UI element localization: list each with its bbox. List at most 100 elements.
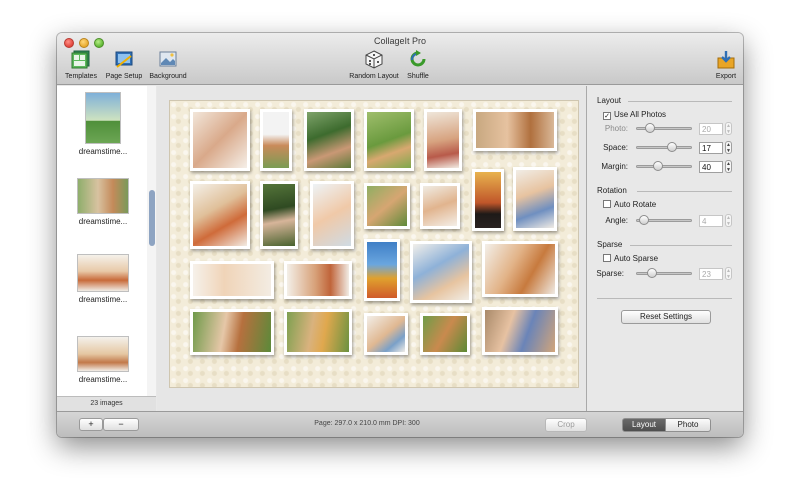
collage-photo[interactable] <box>420 183 460 229</box>
shuffle-button[interactable]: Shuffle <box>402 50 434 80</box>
collage-photo[interactable] <box>190 261 274 299</box>
auto-rotate-checkbox[interactable]: Auto Rotate <box>603 200 656 209</box>
collage-photo[interactable] <box>364 109 414 171</box>
use-all-photos-label: Use All Photos <box>614 110 667 119</box>
sparse-slider-knob[interactable] <box>647 268 657 278</box>
list-item[interactable]: dreamstime... <box>57 178 149 226</box>
sparse-slider[interactable] <box>636 268 692 278</box>
window-title: CollageIt Pro <box>373 36 427 46</box>
space-label: Space: <box>603 143 628 152</box>
crop-button[interactable]: Crop <box>545 418 587 432</box>
collage-photo[interactable] <box>472 169 504 231</box>
random-layout-button[interactable]: Random Layout <box>346 50 402 80</box>
bottom-bar: + − Page: 297.0 x 210.0 mm DPI: 300 Crop… <box>57 411 743 437</box>
image-count: 23 images <box>57 396 156 411</box>
collage-canvas-area <box>157 86 587 411</box>
angle-slider[interactable] <box>636 215 692 225</box>
photo-value-field[interactable]: 20 <box>699 123 723 135</box>
section-divider <box>630 245 732 246</box>
remove-photo-button[interactable]: − <box>103 418 139 431</box>
sidebar-scroll-thumb[interactable] <box>149 190 155 246</box>
margin-value-field[interactable]: 40 <box>699 161 723 173</box>
background-label: Background <box>149 73 187 80</box>
settings-panel: Layout ✓ Use All Photos Photo: 20 ▲ ▼ Spac… <box>588 86 743 411</box>
tab-photo[interactable]: Photo <box>665 418 711 432</box>
list-item[interactable]: dreamstime... <box>57 336 149 384</box>
shuffle-label: Shuffle <box>407 73 429 80</box>
space-stepper[interactable]: ▲ ▼ <box>725 141 732 154</box>
collage-photo[interactable] <box>284 261 352 299</box>
space-value-field[interactable]: 17 <box>699 142 723 154</box>
space-slider[interactable] <box>636 142 692 152</box>
photo-label: Photo: <box>604 124 628 133</box>
collage-photo[interactable] <box>190 309 274 355</box>
collage-photo[interactable] <box>260 181 298 249</box>
angle-value-field[interactable]: 4 <box>699 215 723 227</box>
templates-icon <box>71 50 90 69</box>
use-all-photos-checkbox[interactable]: ✓ Use All Photos <box>603 110 666 120</box>
collage-photo[interactable] <box>513 167 557 231</box>
photo-slider-knob[interactable] <box>645 123 655 133</box>
list-item[interactable]: dreamstime... <box>57 254 149 304</box>
checkbox-unchecked-icon <box>603 254 611 262</box>
collage-photo[interactable] <box>260 109 292 171</box>
collage-photo[interactable] <box>482 307 558 355</box>
photo-thumbnail <box>77 254 129 292</box>
photo-stepper[interactable]: ▲ ▼ <box>725 122 732 135</box>
margin-slider[interactable] <box>636 161 692 171</box>
photo-thumbnail <box>85 92 121 144</box>
angle-label: Angle: <box>605 216 628 225</box>
tab-layout[interactable]: Layout <box>622 418 666 432</box>
collage-photo[interactable] <box>364 183 410 229</box>
photo-thumbnail <box>77 178 129 214</box>
collage-photo[interactable] <box>190 109 250 171</box>
export-label: Export <box>715 73 737 80</box>
sidebar-scrollbar[interactable] <box>147 86 156 396</box>
collage-photo[interactable] <box>473 109 557 151</box>
page-setup-icon <box>115 51 133 68</box>
sparse-label: Sparse: <box>596 269 624 278</box>
export-button[interactable]: Export <box>712 50 740 80</box>
reset-settings-button[interactable]: Reset Settings <box>621 310 711 324</box>
collage-photo[interactable] <box>482 241 558 297</box>
margin-slider-knob[interactable] <box>653 161 663 171</box>
collage-photo[interactable] <box>190 181 250 249</box>
space-slider-knob[interactable] <box>667 142 677 152</box>
collage-photo[interactable] <box>310 181 354 249</box>
random-layout-label: Random Layout <box>349 73 399 80</box>
auto-rotate-label: Auto Rotate <box>614 200 657 209</box>
margin-label: Margin: <box>601 162 628 171</box>
layout-section-title: Layout <box>597 96 622 105</box>
collage-photo[interactable] <box>284 309 352 355</box>
collage-photo[interactable] <box>410 241 472 303</box>
templates-label: Templates <box>65 73 97 80</box>
collage-photo[interactable] <box>424 109 462 171</box>
add-photo-button[interactable]: + <box>79 418 103 431</box>
collage-page[interactable] <box>169 100 579 388</box>
checkbox-checked-icon: ✓ <box>603 112 611 120</box>
collage-photo[interactable] <box>420 313 470 355</box>
sparse-stepper[interactable]: ▲ ▼ <box>725 267 732 280</box>
thumbnail-label: dreamstime... <box>78 217 128 226</box>
app-window: CollageIt Pro Templates Page Setup Backg… <box>57 33 743 437</box>
thumbnail-label: dreamstime... <box>78 147 128 156</box>
photo-slider[interactable] <box>636 123 692 133</box>
sparse-section-title: Sparse <box>597 240 623 249</box>
thumbnail-label: dreamstime... <box>78 295 128 304</box>
list-item[interactable]: dreamstime... <box>57 92 149 156</box>
templates-button[interactable]: Templates <box>61 50 101 80</box>
margin-stepper[interactable]: ▲ ▼ <box>725 160 732 173</box>
photo-thumbnail <box>77 336 129 372</box>
collage-photo[interactable] <box>304 109 354 171</box>
sparse-value-field[interactable]: 23 <box>699 268 723 280</box>
angle-stepper[interactable]: ▲ ▼ <box>725 214 732 227</box>
page-setup-button[interactable]: Page Setup <box>101 50 147 80</box>
angle-slider-knob[interactable] <box>639 215 649 225</box>
collage-photo[interactable] <box>364 239 400 301</box>
background-button[interactable]: Background <box>146 50 190 80</box>
title-bar: CollageIt Pro Templates Page Setup Backg… <box>57 33 743 85</box>
auto-sparse-checkbox[interactable]: Auto Sparse <box>603 254 658 263</box>
photo-list-sidebar: dreamstime... dreamstime... dreamstime..… <box>57 86 156 411</box>
collage-photo[interactable] <box>364 313 408 355</box>
rotation-section-title: Rotation <box>597 186 627 195</box>
